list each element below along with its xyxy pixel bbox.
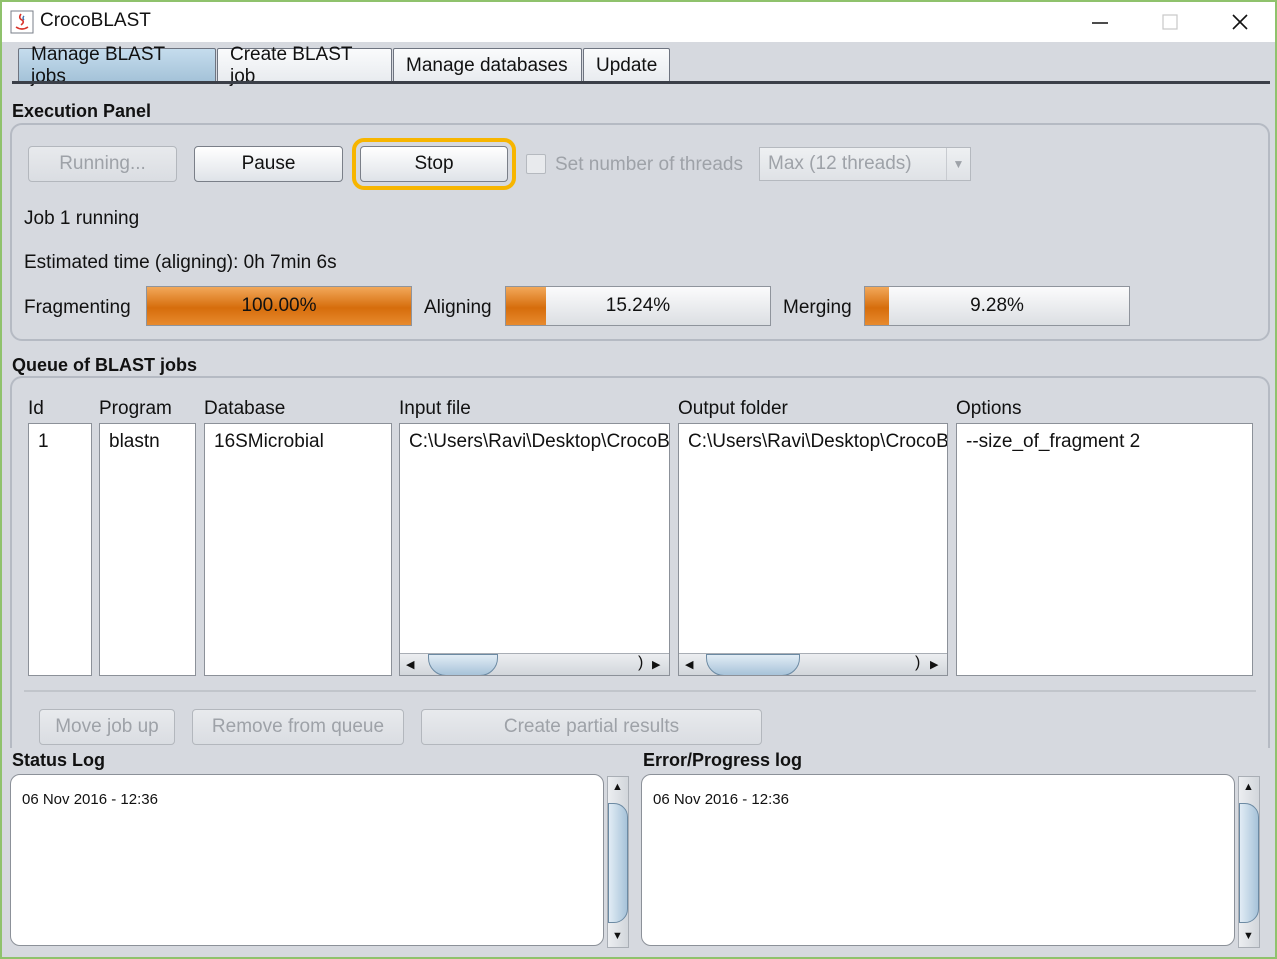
queue-separator [24, 690, 1256, 692]
error-log-vscrollbar[interactable]: ▲ ▼ [1238, 776, 1260, 948]
aligning-progress-bar: 15.24% [505, 286, 771, 326]
scrollbar-thumb[interactable] [608, 803, 628, 923]
column-header-options: Options [956, 398, 1022, 419]
id-cell[interactable]: 1 [38, 431, 49, 453]
status-log-vscrollbar[interactable]: ▲ ▼ [607, 776, 629, 948]
app-window: CrocoBLAST Manage BLAST jobs Create BLAS… [0, 0, 1277, 959]
scroll-left-icon[interactable]: ◀ [406, 658, 414, 671]
fragmenting-progress-value: 100.00% [241, 295, 317, 316]
aligning-progress-value: 15.24% [605, 295, 671, 316]
tab-strip: Manage BLAST jobs Create BLAST job Manag… [2, 42, 1275, 87]
input-file-cell[interactable]: C:\Users\Ravi\Desktop\CrocoB [409, 431, 669, 453]
database-list[interactable]: 16SMicrobial [204, 423, 392, 676]
database-cell[interactable]: 16SMicrobial [214, 431, 324, 453]
title-bar: CrocoBLAST [2, 2, 1275, 42]
job-status-text: Job 1 running [24, 208, 140, 229]
tab-create-blast-job[interactable]: Create BLAST job [217, 44, 392, 87]
column-header-input-file: Input file [399, 398, 471, 419]
id-list[interactable]: 1 [28, 423, 92, 676]
scroll-right-icon[interactable]: ▶ [652, 658, 660, 671]
close-button[interactable] [1205, 2, 1275, 42]
estimated-time-text: Estimated time (aligning): 0h 7min 6s [24, 252, 337, 273]
tab-update[interactable]: Update [583, 48, 670, 82]
threads-checkbox-label: Set number of threads [555, 154, 743, 175]
minimize-icon [1092, 22, 1108, 24]
window-title: CrocoBLAST [40, 10, 151, 31]
scroll-left-icon[interactable]: ◀ [685, 658, 693, 671]
aligning-label: Aligning [424, 297, 492, 318]
input-file-list[interactable]: C:\Users\Ravi\Desktop\CrocoB ◀ ) ▶ [399, 423, 670, 676]
status-log-title: Status Log [12, 750, 105, 770]
fragmenting-progress-bar: 100.00% [146, 286, 412, 326]
column-header-database: Database [204, 398, 286, 419]
output-folder-cell[interactable]: C:\Users\Ravi\Desktop\CrocoB [688, 431, 947, 453]
error-log-text: 06 Nov 2016 - 12:36 [653, 791, 789, 808]
input-file-hscrollbar[interactable]: ◀ ) ▶ [400, 653, 669, 675]
java-app-icon [10, 10, 34, 34]
create-partial-results-button[interactable]: Create partial results [421, 709, 762, 745]
scrollbar-thumb[interactable] [428, 654, 498, 675]
threads-select[interactable]: Max (12 threads) ▼ [759, 147, 971, 181]
scroll-up-icon[interactable]: ▲ [1243, 781, 1254, 793]
options-list[interactable]: --size_of_fragment 2 [956, 423, 1253, 676]
tab-manage-blast-jobs[interactable]: Manage BLAST jobs [18, 44, 216, 87]
remove-from-queue-button[interactable]: Remove from queue [192, 709, 404, 745]
scrollbar-thumb[interactable] [1239, 803, 1259, 923]
minimize-button[interactable] [1065, 2, 1135, 42]
column-header-id: Id [28, 398, 44, 419]
output-folder-hscrollbar[interactable]: ◀ ) ▶ [679, 653, 947, 675]
column-header-program: Program [99, 398, 172, 419]
tab-underline [12, 81, 1270, 84]
scrollbar-thumb[interactable] [706, 654, 800, 675]
scroll-track-end-icon: ) [638, 654, 644, 671]
chevron-down-icon: ▼ [946, 148, 970, 180]
scroll-right-icon[interactable]: ▶ [930, 658, 938, 671]
program-cell[interactable]: blastn [109, 431, 160, 453]
options-cell[interactable]: --size_of_fragment 2 [966, 431, 1140, 453]
maximize-icon [1162, 14, 1178, 30]
move-job-up-button[interactable]: Move job up [39, 709, 175, 745]
status-log-text: 06 Nov 2016 - 12:36 [22, 791, 158, 808]
execution-panel-title: Execution Panel [12, 101, 152, 121]
threads-checkbox[interactable] [526, 154, 546, 174]
merging-progress-value: 9.28% [970, 295, 1024, 316]
scroll-down-icon[interactable]: ▼ [612, 930, 623, 942]
maximize-button[interactable] [1135, 2, 1205, 42]
scroll-down-icon[interactable]: ▼ [1243, 930, 1254, 942]
status-log-area[interactable]: 06 Nov 2016 - 12:36 [10, 774, 604, 946]
merging-label: Merging [783, 297, 852, 318]
running-button[interactable]: Running... [28, 146, 177, 182]
scroll-track-end-icon: ) [915, 654, 921, 671]
close-icon [1232, 14, 1248, 30]
error-progress-log-area[interactable]: 06 Nov 2016 - 12:36 [641, 774, 1235, 946]
merging-progress-bar: 9.28% [864, 286, 1130, 326]
column-header-output-folder: Output folder [678, 398, 788, 419]
program-list[interactable]: blastn [99, 423, 196, 676]
error-log-title: Error/Progress log [643, 750, 803, 770]
threads-select-value: Max (12 threads) [768, 153, 912, 174]
scroll-up-icon[interactable]: ▲ [612, 781, 623, 793]
stop-button[interactable]: Stop [352, 138, 516, 190]
output-folder-list[interactable]: C:\Users\Ravi\Desktop\CrocoB ◀ ) ▶ [678, 423, 948, 676]
queue-title: Queue of BLAST jobs [12, 355, 198, 375]
fragmenting-label: Fragmenting [24, 297, 131, 318]
tab-manage-databases[interactable]: Manage databases [393, 48, 582, 82]
pause-button[interactable]: Pause [194, 146, 343, 182]
